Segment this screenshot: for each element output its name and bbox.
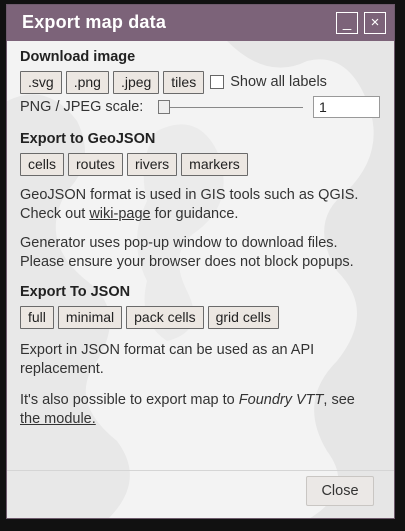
popup-notice: Generator uses pop-up window to download… <box>20 234 380 272</box>
json-desc-line1: Export in JSON format can be used as an … <box>20 342 315 358</box>
geojson-description: GeoJSON format is used in GIS tools such… <box>20 186 380 224</box>
popup-notice-line1: Generator uses pop-up window to download… <box>20 235 338 251</box>
export-dialog: Export map data _ × Download image .svg … <box>6 4 395 519</box>
json-buttons: full minimal pack cells grid cells <box>20 305 380 329</box>
geojson-cells-button[interactable]: cells <box>20 152 65 176</box>
footer-divider <box>7 470 394 471</box>
title-bar[interactable]: Export map data _ × <box>7 5 394 41</box>
json-full-button[interactable]: full <box>20 305 54 329</box>
popup-notice-line2: Please ensure your browser does not bloc… <box>20 254 354 270</box>
json-pack-cells-button[interactable]: pack cells <box>126 305 204 329</box>
json-grid-cells-button[interactable]: grid cells <box>207 305 279 329</box>
close-x-button[interactable]: × <box>364 12 386 34</box>
geojson-routes-button[interactable]: routes <box>68 152 123 176</box>
export-png-button[interactable]: .png <box>65 70 109 94</box>
show-all-labels-label: Show all labels <box>230 74 327 90</box>
download-image-buttons: .svg .png .jpeg tiles Show all labels <box>20 70 380 94</box>
geojson-desc-suffix: for guidance. <box>150 206 239 222</box>
dialog-title: Export map data <box>22 12 167 32</box>
dialog-content: Download image .svg .png .jpeg tiles Sho… <box>20 49 380 429</box>
wiki-page-link[interactable]: wiki-page <box>89 206 150 222</box>
scale-input[interactable] <box>313 96 380 118</box>
foundry-notice: It's also possible to export map to Foun… <box>20 391 380 429</box>
geojson-desc-line2: Check out wiki-page for guidance. <box>20 205 380 224</box>
geojson-heading: Export to GeoJSON <box>20 131 156 147</box>
foundry-suffix: , see <box>323 392 355 408</box>
geojson-markers-button[interactable]: markers <box>181 152 248 176</box>
export-jpeg-button[interactable]: .jpeg <box>112 70 160 94</box>
geojson-buttons: cells routes rivers markers <box>20 152 380 176</box>
show-all-labels-checkbox[interactable] <box>210 75 225 89</box>
foundry-prefix: It's also possible to export map to <box>20 392 239 408</box>
json-desc-line2: replacement. <box>20 361 104 377</box>
scale-slider-track <box>159 107 303 108</box>
geojson-rivers-button[interactable]: rivers <box>126 152 178 176</box>
foundry-line1: It's also possible to export map to Foun… <box>20 391 380 410</box>
json-minimal-button[interactable]: minimal <box>57 305 123 329</box>
foundry-line2: the module. <box>20 410 380 429</box>
scale-row: PNG / JPEG scale: <box>20 95 380 119</box>
json-description: Export in JSON format can be used as an … <box>20 341 380 379</box>
export-tiles-button[interactable]: tiles <box>163 70 205 94</box>
module-link[interactable]: the module. <box>20 411 96 427</box>
json-heading: Export To JSON <box>20 284 131 300</box>
geojson-desc-prefix: Check out <box>20 206 90 222</box>
scale-slider[interactable] <box>157 100 303 114</box>
minimize-button[interactable]: _ <box>336 12 358 34</box>
scale-slider-thumb[interactable] <box>157 100 170 114</box>
close-button[interactable]: Close <box>306 476 374 506</box>
export-svg-button[interactable]: .svg <box>20 70 62 94</box>
download-image-heading: Download image <box>20 49 136 65</box>
scale-label: PNG / JPEG scale: <box>20 99 144 115</box>
geojson-desc-line1: GeoJSON format is used in GIS tools such… <box>20 187 359 203</box>
foundry-name: Foundry VTT <box>238 392 324 408</box>
